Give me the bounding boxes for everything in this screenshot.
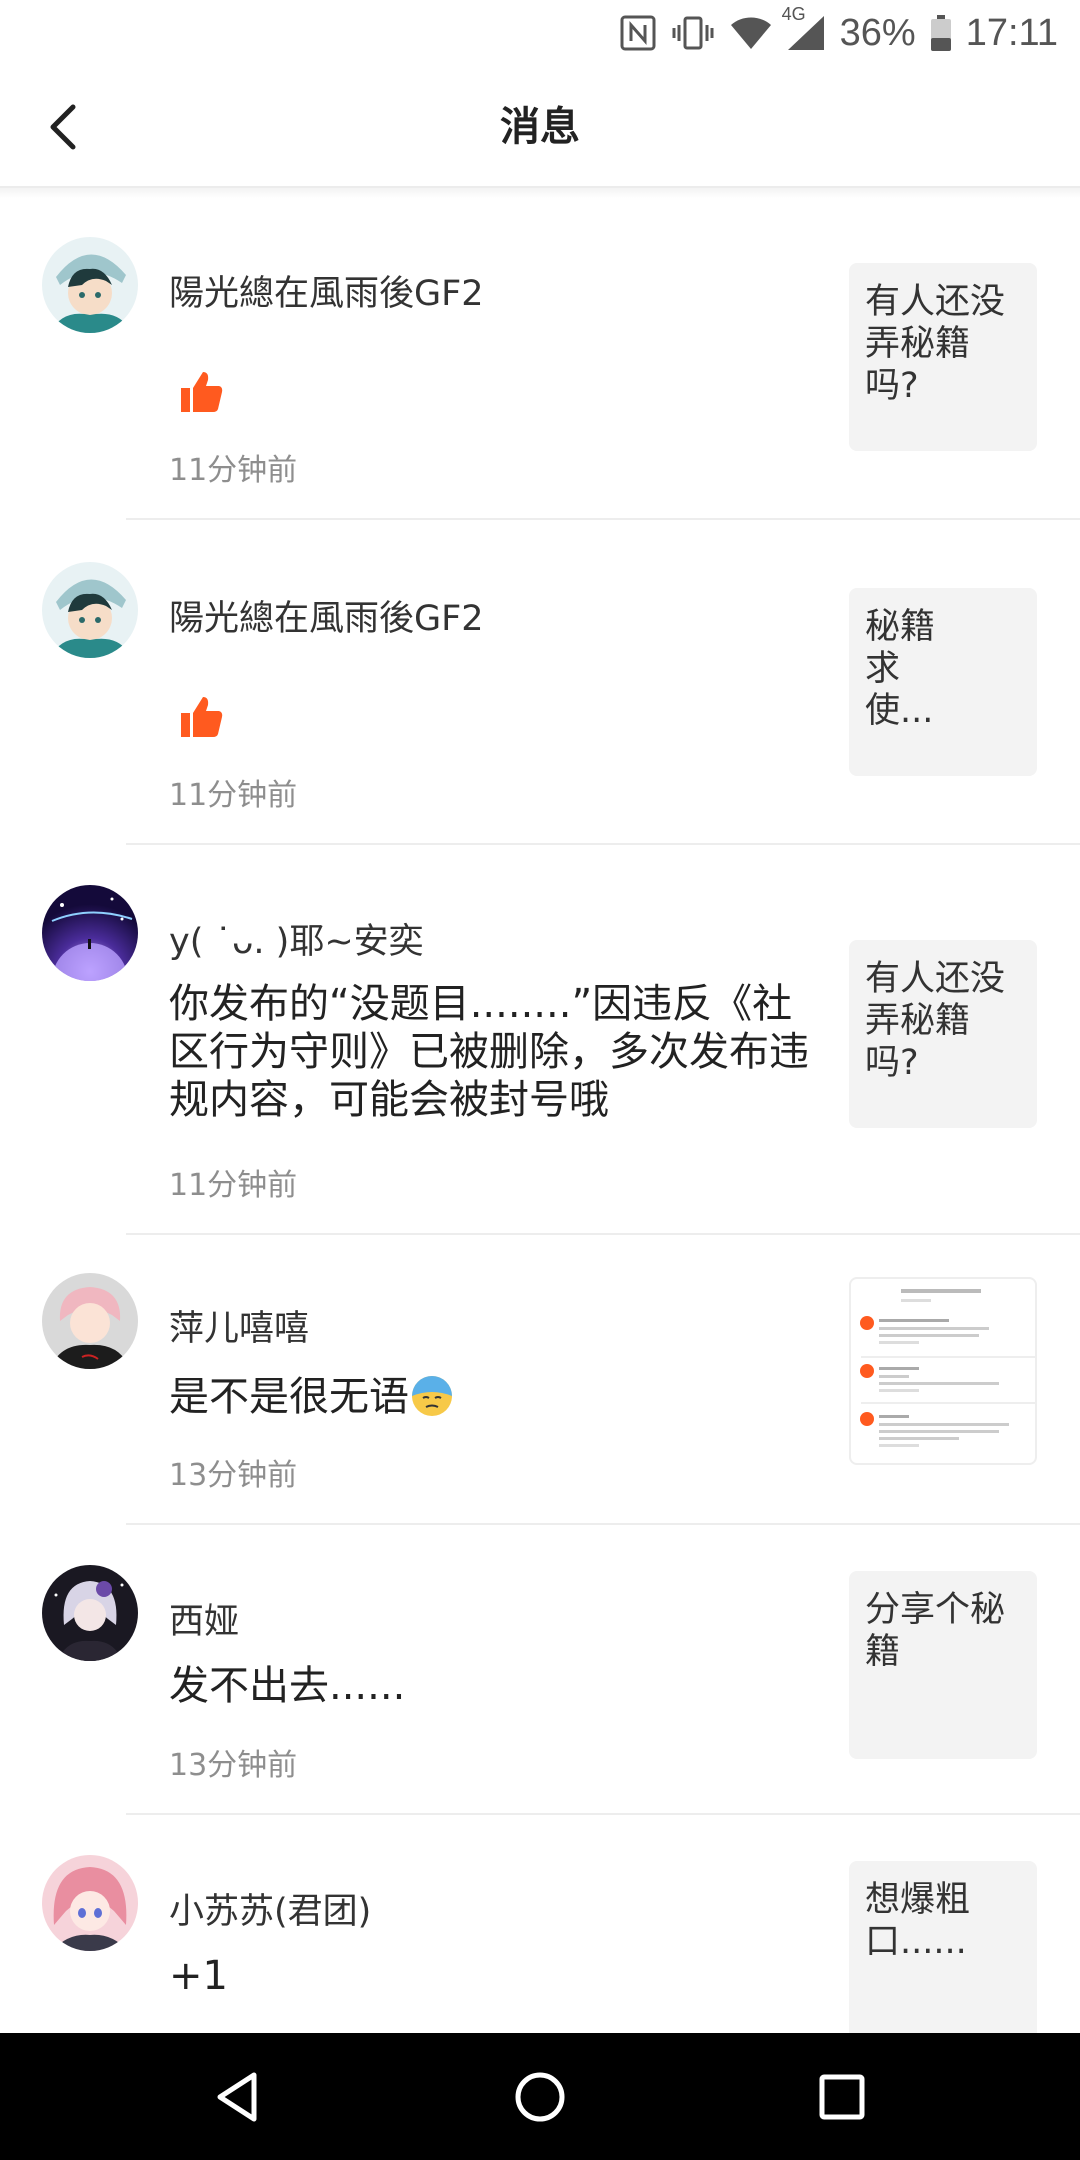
timestamp: 11分钟前 [169,453,298,488]
username[interactable]: 小苏苏(君团) [169,1883,371,1934]
timestamp: 11分钟前 [169,1168,298,1203]
list-item[interactable]: 陽光總在風雨後GF2 11分钟前 秘籍 求 使... [0,520,1080,845]
list-item[interactable]: y( ˙ᴗ. )耶~安奕 你发布的“没题目........”因违反《社区行为守则… [0,845,1080,1235]
page-title: 消息 [500,104,580,150]
clock: 17:11 [965,11,1058,54]
nav-recents-button[interactable] [806,2061,878,2133]
nav-home-button[interactable] [504,2061,576,2133]
nfc-icon [620,15,656,51]
message-content: +1 [169,1953,228,1999]
message-content: 发不出去...... [169,1663,406,1709]
galaxy-avatar[interactable] [42,885,138,981]
post-preview[interactable]: 秘籍 求 使... [849,588,1037,776]
cellular-signal-icon: 4G [782,4,826,52]
sweat-face-emoji [412,1376,452,1416]
post-preview[interactable]: 想爆粗口...... [849,1861,1037,2033]
list-item[interactable]: 西娅 发不出去...... 13分钟前 分享个秘籍 [0,1525,1080,1815]
message-text: 是不是很无语 [169,1374,409,1420]
username[interactable]: 陽光總在風雨後GF2 [169,590,484,641]
username[interactable]: y( ˙ᴗ. )耶~安奕 [169,913,424,964]
post-preview[interactable]: 有人还没弄秘籍吗? [849,940,1037,1128]
username[interactable]: 陽光總在風雨後GF2 [169,265,484,316]
anime-boy-avatar[interactable] [42,562,138,658]
status-bar: 4G 36% 17:11 [0,0,1080,66]
message-content: 是不是很无语 [169,1372,809,1421]
message-list[interactable]: 陽光總在風雨後GF2 11分钟前 有人还没弄秘籍吗? 陽光總在風雨後GF2 11… [0,195,1080,2033]
header: 消息 [0,66,1080,188]
anime-boy-avatar[interactable] [42,237,138,333]
wifi-icon [730,16,772,50]
square-recents-icon [819,2074,865,2120]
list-item[interactable]: 陽光總在風雨後GF2 11分钟前 有人还没弄秘籍吗? [0,195,1080,520]
navigation-bar [0,2033,1080,2160]
battery-percent: 36% [839,11,916,54]
screenshot-thumbnail[interactable] [849,1277,1037,1465]
list-item[interactable]: 萍儿嘻嘻 是不是很无语 13分钟前 [0,1235,1080,1525]
network-type: 4G [781,4,806,24]
timestamp: 11分钟前 [169,778,298,813]
battery-icon [930,14,952,52]
nav-back-button[interactable] [202,2061,274,2133]
post-preview[interactable]: 分享个秘籍 [849,1571,1037,1759]
timestamp: 13分钟前 [169,1748,298,1783]
list-item[interactable]: 小苏苏(君团) +1 想爆粗口...... [0,1815,1080,2033]
vibrate-icon [670,15,716,51]
circle-home-icon [515,2072,565,2122]
dark-anime-avatar[interactable] [42,1565,138,1661]
message-content: 你发布的“没题目........”因违反《社区行为守则》已被删除，多次发布违规内… [169,981,809,1123]
thumbs-up-icon [181,372,223,412]
timestamp: 13分钟前 [169,1458,298,1493]
pink-hair-avatar[interactable] [42,1273,138,1369]
pink-anime-avatar[interactable] [42,1855,138,1951]
username[interactable]: 萍儿嘻嘻 [169,1300,309,1351]
triangle-back-icon [217,2072,257,2122]
post-preview[interactable]: 有人还没弄秘籍吗? [849,263,1037,451]
thumbs-up-icon [181,697,223,737]
username[interactable]: 西娅 [169,1593,239,1644]
